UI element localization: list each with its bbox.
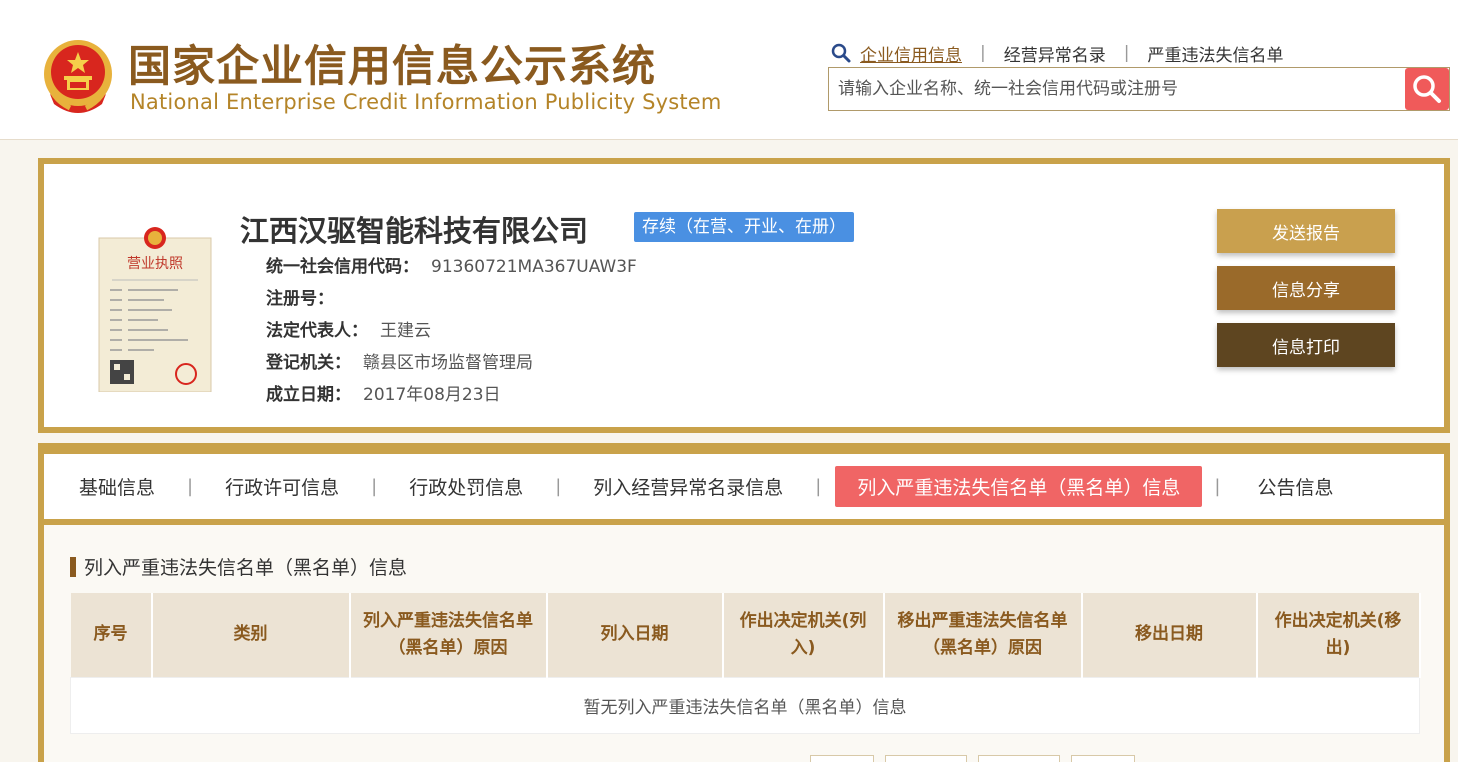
field-value: 赣县区市场监督管理局 xyxy=(363,353,533,373)
tab-announcements[interactable]: 公告信息 xyxy=(1257,467,1333,506)
blacklist-table: 序号 类别 列入严重违法失信名单（黑名单）原因 列入日期 作出决定机关(列入) … xyxy=(70,593,1421,734)
share-info-button[interactable]: 信息分享 xyxy=(1217,266,1395,310)
field-label: 统一社会信用代码： xyxy=(266,257,419,277)
status-badge: 存续（在营、开业、在册） xyxy=(634,212,854,242)
search-icon xyxy=(1413,75,1441,103)
search-input[interactable] xyxy=(829,68,1405,110)
tab-basic-info[interactable]: 基础信息 xyxy=(79,467,155,506)
tabs-bar: 基础信息 | 行政许可信息 | 行政处罚信息 | 列入经营异常名录信息 | 列入… xyxy=(44,454,1444,519)
field-registration-number: 注册号： xyxy=(266,284,346,309)
field-label: 注册号： xyxy=(266,289,334,309)
tab-serious-violation-blacklist[interactable]: 列入严重违法失信名单（黑名单）信息 xyxy=(835,466,1203,507)
column-header: 移出日期 xyxy=(1081,593,1258,677)
license-title: 营业执照 xyxy=(127,256,183,272)
pager-button[interactable] xyxy=(885,755,967,762)
table-header-row: 序号 类别 列入严重违法失信名单（黑名单）原因 列入日期 作出决定机关(列入) … xyxy=(70,593,1421,677)
column-header: 作出决定机关(列入) xyxy=(722,593,885,677)
tab-abnormal-operation[interactable]: 列入经营异常名录信息 xyxy=(593,467,783,506)
column-header: 列入日期 xyxy=(546,593,724,677)
field-credit-code: 统一社会信用代码： 91360721MA367UAW3F xyxy=(266,252,637,277)
tab-separator: | xyxy=(555,476,562,497)
field-label: 法定代表人： xyxy=(266,321,368,341)
section-content: 列入严重违法失信名单（黑名单）信息 序号 类别 列入严重违法失信名单（黑名单）原… xyxy=(44,525,1444,762)
empty-state-text: 暂无列入严重违法失信名单（黑名单）信息 xyxy=(70,676,1420,734)
action-buttons: 发送报告 信息分享 信息打印 xyxy=(1217,209,1395,380)
field-value: 2017年08月23日 xyxy=(363,385,501,405)
pager-button[interactable] xyxy=(1071,755,1135,762)
column-header: 移出严重违法失信名单（黑名单）原因 xyxy=(883,593,1083,677)
nav-serious-violation-list[interactable]: 严重违法失信名单 xyxy=(1147,41,1283,66)
business-license-image: 营业执照 xyxy=(98,227,212,392)
field-legal-representative: 法定代表人： 王建云 xyxy=(266,316,431,341)
tab-separator: | xyxy=(1214,476,1221,497)
tab-separator: | xyxy=(371,476,378,497)
section-title-marker xyxy=(70,556,76,577)
column-header: 类别 xyxy=(151,593,351,677)
field-value: 91360721MA367UAW3F xyxy=(431,257,637,277)
field-registration-authority: 登记机关： 赣县区市场监督管理局 xyxy=(266,348,533,373)
nav-separator: | xyxy=(1123,43,1130,63)
section-title-text: 列入严重违法失信名单（黑名单）信息 xyxy=(84,557,408,579)
column-header: 序号 xyxy=(70,593,153,677)
company-name: 江西汉驱智能科技有限公司 xyxy=(240,214,589,248)
pager-button[interactable] xyxy=(978,755,1060,762)
search-button[interactable] xyxy=(1405,68,1449,110)
tab-separator: | xyxy=(187,476,194,497)
pager-button[interactable] xyxy=(810,755,874,762)
nav-enterprise-credit-info[interactable]: 企业信用信息 xyxy=(860,41,962,66)
field-label: 登记机关： xyxy=(266,353,351,373)
search-icon xyxy=(831,43,851,63)
print-info-button[interactable]: 信息打印 xyxy=(1217,323,1395,367)
send-report-button[interactable]: 发送报告 xyxy=(1217,209,1395,253)
table-row: 暂无列入严重违法失信名单（黑名单）信息 xyxy=(70,676,1420,734)
field-value: 王建云 xyxy=(380,321,431,341)
top-navigation: 企业信用信息 | 经营异常名录 | 严重违法失信名单 xyxy=(830,40,1283,66)
tab-administrative-penalty[interactable]: 行政处罚信息 xyxy=(409,467,523,506)
column-header: 列入严重违法失信名单（黑名单）原因 xyxy=(349,593,548,677)
search-box xyxy=(828,67,1450,111)
tabs-panel: 基础信息 | 行政许可信息 | 行政处罚信息 | 列入经营异常名录信息 | 列入… xyxy=(38,443,1450,762)
section-title: 列入严重违法失信名单（黑名单）信息 xyxy=(70,553,407,580)
company-info-card: 营业执照 江西汉驱智能科技有限公司 存续（在营、开业、在册） 统一社会信用代码：… xyxy=(38,158,1450,433)
site-logo-chinese: 国家企业信用信息公示系统 xyxy=(128,42,656,92)
site-logo-english: National Enterprise Credit Information P… xyxy=(130,90,722,114)
nav-abnormal-operation-list[interactable]: 经营异常名录 xyxy=(1004,41,1106,66)
field-establishment-date: 成立日期： 2017年08月23日 xyxy=(266,380,501,405)
nav-separator: | xyxy=(980,43,986,63)
tab-separator: | xyxy=(815,476,822,497)
site-header: 国家企业信用信息公示系统 National Enterprise Credit … xyxy=(0,0,1458,140)
field-label: 成立日期： xyxy=(266,385,351,405)
tab-administrative-license[interactable]: 行政许可信息 xyxy=(225,467,339,506)
column-header: 作出决定机关(移出) xyxy=(1256,593,1421,677)
national-emblem-icon xyxy=(44,40,112,113)
